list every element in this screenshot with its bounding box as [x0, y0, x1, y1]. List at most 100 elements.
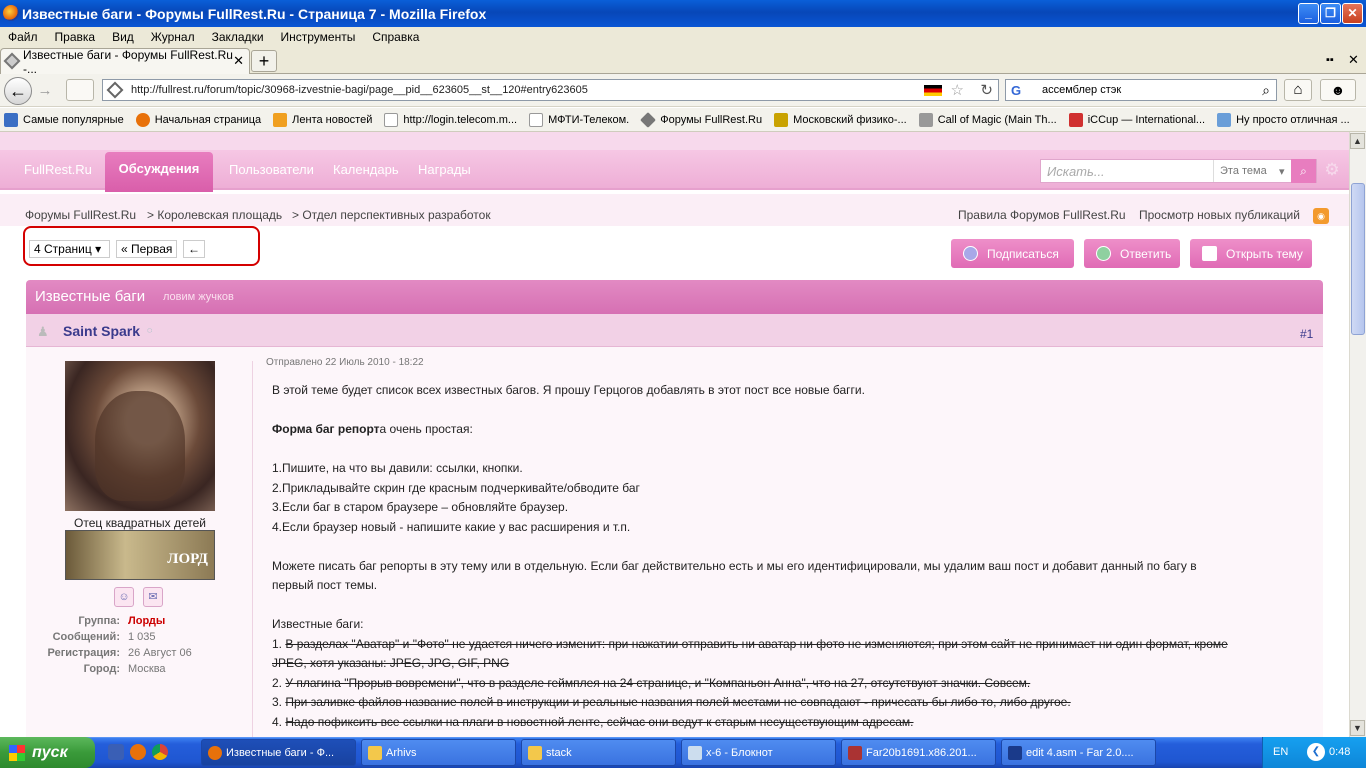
menu-bookmarks[interactable]: Закладки: [212, 30, 264, 44]
bug-item: 3. При заливке файлов название полей в и…: [272, 695, 1071, 709]
gear-icon[interactable]: ⚙: [1322, 160, 1342, 182]
search-icon[interactable]: ⌕: [1262, 82, 1270, 99]
subscribe-button[interactable]: Подписаться: [951, 239, 1074, 268]
new-tab-button[interactable]: +: [251, 50, 277, 72]
bookmark-item[interactable]: iCCup — International...: [1068, 112, 1205, 127]
scroll-up-icon[interactable]: ▲: [1350, 133, 1365, 149]
tray-app-icon[interactable]: ❮: [1307, 743, 1325, 761]
bookmark-star-icon[interactable]: ☆: [951, 81, 964, 99]
post-number-link[interactable]: #1: [1300, 327, 1313, 341]
menu-edit[interactable]: Правка: [55, 30, 96, 44]
bookmark-item[interactable]: http://login.telecom.m...: [384, 112, 517, 127]
close-window-button[interactable]: ✕: [1342, 3, 1363, 24]
author-name-link[interactable]: Saint Spark: [63, 323, 140, 339]
post-author-bar: [26, 314, 1323, 347]
menu-tools[interactable]: Инструменты: [281, 30, 356, 44]
home-icon[interactable]: ⌂: [1284, 79, 1312, 101]
info-city-key: Город:: [83, 663, 120, 675]
post-step: 1.Пишите, на что вы давили: ссылки, кноп…: [272, 461, 523, 475]
menu-history[interactable]: Журнал: [151, 30, 195, 44]
reply-button[interactable]: Ответить: [1084, 239, 1180, 268]
rss-icon[interactable]: ◉: [1313, 208, 1329, 224]
post-step: 3.Если баг в старом браузере – обновляйт…: [272, 500, 569, 514]
post-paragraph: Можете писать баг репорты в эту тему или…: [272, 559, 1197, 573]
bookmark-item[interactable]: Московский физико-...: [774, 112, 907, 127]
task-firefox[interactable]: Известные баги - Ф...: [201, 739, 356, 766]
site-identity-icon[interactable]: [106, 81, 124, 99]
task-stack[interactable]: stack: [521, 739, 676, 766]
start-button[interactable]: пуск: [0, 737, 95, 768]
site-favicon-icon: [3, 52, 21, 70]
task-arhivs[interactable]: Arhivs: [361, 739, 516, 766]
google-icon[interactable]: G: [1011, 83, 1021, 98]
quicklaunch-desktop-icon[interactable]: [108, 744, 124, 760]
bookmark-item[interactable]: Начальная страница: [135, 112, 261, 127]
menu-file[interactable]: Файл: [8, 30, 38, 44]
quicklaunch-chrome-icon[interactable]: [152, 744, 168, 760]
page-content: FullRest.Ru Обсуждения Пользователи Кале…: [0, 132, 1349, 737]
menu-help[interactable]: Справка: [372, 30, 419, 44]
nav-brand-link[interactable]: FullRest.Ru: [24, 162, 92, 177]
language-indicator[interactable]: EN: [1273, 746, 1288, 758]
nav-tab-discussions[interactable]: Обсуждения: [105, 152, 213, 192]
close-tabs-icon[interactable]: ✕: [1348, 52, 1359, 68]
private-message-icon[interactable]: ✉: [143, 587, 163, 607]
menu-view[interactable]: Вид: [112, 30, 134, 44]
breadcrumb-dev-dept[interactable]: > Отдел перспективных разработок: [292, 208, 491, 222]
bookmark-item[interactable]: Ну просто отличная ...: [1217, 112, 1350, 127]
bookmark-item[interactable]: Форумы FullRest.Ru: [640, 111, 762, 128]
site-search: Искать... Эта тема ▾ ⌕: [1040, 159, 1317, 183]
post-intro: В этой теме будет список всех известных …: [272, 383, 865, 397]
forward-arrow-icon[interactable]: →: [34, 81, 56, 101]
breadcrumb-forums[interactable]: Форумы FullRest.Ru: [25, 208, 136, 222]
system-tray: EN ❮ 0:48: [1262, 737, 1366, 768]
site-header: [0, 132, 1349, 150]
browser-search-input[interactable]: G ассемблер стэк ⌕: [1005, 79, 1277, 101]
topic-title: Известные баги: [35, 288, 146, 305]
bug-item: JPEG, хотя указаны: JPEG, JPG, GIF, PNG: [272, 656, 510, 670]
user-title: Отец квадратных детей: [74, 516, 206, 530]
history-dropdown-button[interactable]: [66, 79, 94, 101]
nav-users-link[interactable]: Пользователи: [229, 162, 314, 177]
reload-icon[interactable]: ↻: [980, 81, 993, 99]
new-topic-button[interactable]: Открыть тему: [1190, 239, 1312, 268]
task-far-editor[interactable]: edit 4.asm - Far 2.0....: [1001, 739, 1156, 766]
scroll-down-icon[interactable]: ▼: [1350, 720, 1365, 736]
bug-item: 4. Надо пофиксить все ссылки на плаги в …: [272, 715, 914, 729]
url-bar[interactable]: http://fullrest.ru/forum/topic/30968-izv…: [102, 79, 999, 101]
bookmark-item[interactable]: Лента новостей: [273, 112, 372, 127]
addon-icon[interactable]: ☻: [1320, 79, 1356, 101]
nav-awards-link[interactable]: Награды: [418, 162, 471, 177]
close-tab-icon[interactable]: ✕: [233, 53, 244, 69]
minimize-button[interactable]: _: [1298, 3, 1319, 24]
post-paragraph: первый пост темы.: [272, 578, 378, 592]
nav-calendar-link[interactable]: Календарь: [333, 162, 399, 177]
bookmark-item[interactable]: Call of Magic (Main Th...: [918, 112, 1057, 127]
search-scope-select[interactable]: Эта тема ▾: [1213, 160, 1291, 182]
quicklaunch-firefox-icon[interactable]: [130, 744, 146, 760]
german-flag-icon: [924, 85, 942, 96]
task-notepad[interactable]: x-6 - Блокнот: [681, 739, 836, 766]
breadcrumb-royal-square[interactable]: > Королевская площадь: [147, 208, 282, 222]
post-form-line: Форма баг репорта очень простая:: [272, 422, 473, 436]
back-arrow-icon[interactable]: ←: [4, 77, 32, 105]
tab-list-icon[interactable]: ▪▪: [1326, 54, 1334, 66]
task-far-archive[interactable]: Far20b1691.x86.201...: [841, 739, 996, 766]
forum-rules-link[interactable]: Правила Форумов FullRest.Ru: [958, 208, 1126, 222]
bookmark-item[interactable]: МФТИ-Телеком.: [529, 112, 629, 127]
first-page-button[interactable]: « Первая: [116, 240, 178, 258]
prev-page-button[interactable]: ←: [183, 240, 205, 258]
browser-tab[interactable]: Известные баги - Форумы FullRest.Ru -...…: [0, 48, 250, 76]
info-registered-key: Регистрация:: [47, 647, 120, 659]
bookmark-item[interactable]: Самые популярные: [4, 112, 124, 127]
info-city-value: Москва: [128, 663, 166, 675]
page-jump-dropdown[interactable]: 4 Страниц ▾: [29, 240, 110, 258]
profile-card-icon[interactable]: ☺: [114, 587, 134, 607]
scrollbar-thumb[interactable]: [1351, 183, 1365, 335]
site-search-input[interactable]: Искать...: [1041, 164, 1213, 179]
search-icon[interactable]: ⌕: [1291, 159, 1316, 183]
maximize-button[interactable]: ❐: [1320, 3, 1341, 24]
info-posts-value: 1 035: [128, 631, 156, 643]
topic-subtitle: ловим жучков: [163, 291, 234, 303]
new-posts-link[interactable]: Просмотр новых публикаций: [1139, 208, 1300, 222]
